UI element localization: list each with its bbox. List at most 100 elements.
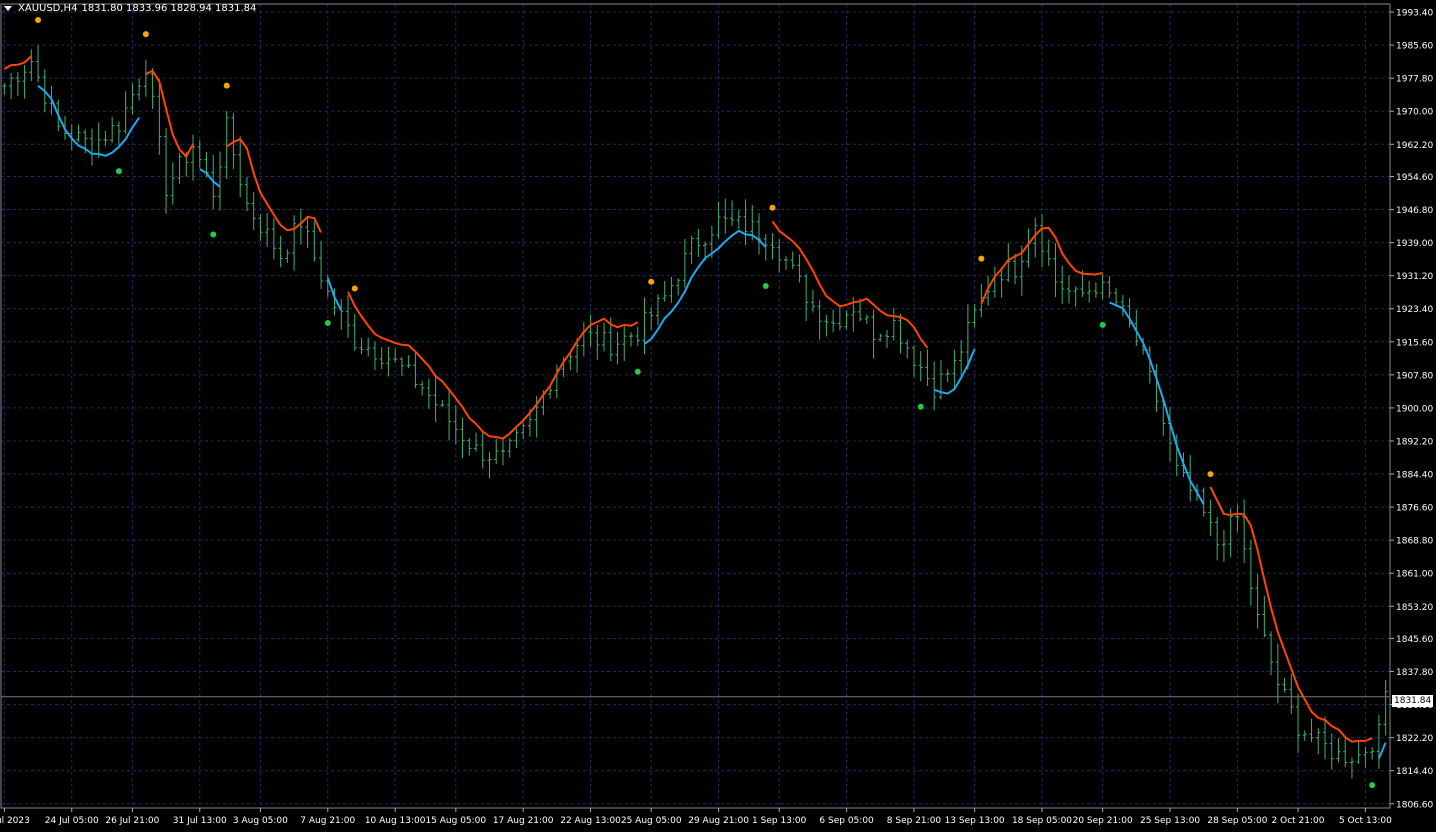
upper-trend-line — [771, 220, 929, 349]
price-bar — [420, 380, 425, 396]
price-bar — [1053, 243, 1058, 297]
x-tick-label: 7 Aug 21:00 — [300, 816, 355, 826]
price-bar — [730, 200, 735, 227]
price-bar — [1309, 718, 1314, 743]
x-tick-label: 20 Sep 21:00 — [1073, 816, 1133, 826]
price-bar — [312, 221, 317, 262]
top-signal-dot — [648, 278, 655, 285]
y-tick-label: 1806.60 — [1396, 800, 1433, 810]
price-bar — [494, 438, 499, 464]
price-bar — [1073, 286, 1078, 307]
price-bar — [1093, 282, 1098, 298]
trend-lines — [3, 55, 1387, 759]
price-bar — [1087, 280, 1092, 303]
price-bar — [628, 332, 633, 347]
y-tick-label: 1915.60 — [1396, 338, 1433, 348]
price-bar — [1154, 363, 1159, 412]
price-bar — [2, 83, 7, 95]
price-bar — [911, 345, 916, 378]
price-bar — [191, 134, 196, 181]
price-bar — [952, 349, 957, 389]
bottom-signal-dot — [762, 283, 769, 290]
price-bar — [898, 314, 903, 354]
price-bar — [447, 388, 452, 441]
price-bar — [1248, 539, 1253, 606]
price-bar — [1262, 595, 1267, 638]
price-bar — [433, 376, 438, 422]
price-bar — [581, 321, 586, 357]
price-bar — [999, 267, 1004, 298]
price-bar — [1275, 643, 1280, 704]
price-bar — [736, 209, 741, 229]
price-bar — [238, 136, 243, 198]
x-tick-label: 31 Jul 13:00 — [173, 816, 227, 826]
price-bar — [891, 308, 896, 341]
price-bar — [116, 121, 121, 146]
price-bar — [655, 294, 660, 326]
price-bar — [716, 201, 721, 239]
price-bar — [1349, 757, 1354, 779]
price-bar — [386, 346, 391, 377]
price-bar — [972, 304, 977, 328]
price-bar — [426, 378, 431, 409]
signal-markers — [35, 16, 1376, 789]
y-tick-label: 1939.00 — [1396, 239, 1433, 249]
y-tick-label: 1884.40 — [1396, 471, 1433, 481]
price-bar — [662, 280, 667, 302]
price-bar — [413, 352, 418, 389]
price-bar — [406, 355, 411, 368]
price-bar — [1269, 631, 1274, 676]
price-bar — [797, 254, 802, 283]
top-signal-dot — [142, 31, 149, 38]
price-bar — [1329, 733, 1334, 770]
x-tick-label: 13 Sep 13:00 — [945, 816, 1005, 826]
price-chart[interactable]: 1993.40 1985.60 1977.80 1970.00 1962.20 1954.… — [0, 0, 1436, 832]
price-bar — [480, 432, 485, 469]
price-bar — [319, 240, 324, 290]
price-bar — [743, 199, 748, 246]
y-tick-label: 1814.40 — [1396, 767, 1433, 777]
x-tick-label: 19 Jul 2023 — [0, 816, 30, 826]
x-tick-label: 3 Aug 05:00 — [233, 816, 288, 826]
price-bar — [824, 315, 829, 337]
price-bar — [945, 369, 950, 382]
price-bar — [615, 331, 620, 365]
price-bar — [1255, 573, 1260, 629]
price-bar — [682, 238, 687, 288]
bottom-signal-dot — [634, 368, 641, 375]
current-price-tag: 1831.84 — [1392, 695, 1434, 707]
x-tick-label: 26 Jul 21:00 — [105, 816, 159, 826]
y-tick-label: 1868.80 — [1396, 537, 1433, 547]
price-bar — [15, 72, 20, 96]
top-signal-dot — [35, 16, 42, 23]
price-bar — [932, 361, 937, 411]
bottom-signal-dot — [324, 319, 331, 326]
y-tick-label: 1837.80 — [1396, 668, 1433, 678]
top-signal-dot — [351, 285, 358, 292]
price-bar — [844, 310, 849, 330]
price-bar — [453, 405, 458, 445]
price-bar — [878, 333, 883, 342]
x-tick-label: 10 Aug 13:00 — [365, 816, 426, 826]
y-tick-label: 1977.80 — [1396, 75, 1433, 85]
upper-trend-line — [3, 55, 32, 70]
price-bar — [817, 300, 822, 340]
price-bars — [2, 45, 1388, 779]
price-bar — [1060, 265, 1065, 304]
y-tick-label: 1900.00 — [1396, 404, 1433, 414]
lower-trend-line — [1377, 742, 1387, 759]
collapse-triangle-icon[interactable] — [4, 6, 12, 11]
price-bar — [305, 217, 310, 249]
price-bar — [399, 357, 404, 377]
price-bar — [379, 347, 384, 370]
price-bar — [244, 176, 249, 212]
price-bar — [137, 78, 142, 101]
price-bar — [440, 400, 445, 408]
lower-trend-line — [199, 168, 221, 188]
top-signal-dot — [223, 82, 230, 89]
price-bar — [285, 249, 290, 264]
price-bar — [1363, 746, 1368, 768]
price-bar — [831, 309, 836, 333]
y-tick-label: 1853.20 — [1396, 603, 1433, 613]
x-tick-label: 25 Aug 05:00 — [621, 816, 682, 826]
